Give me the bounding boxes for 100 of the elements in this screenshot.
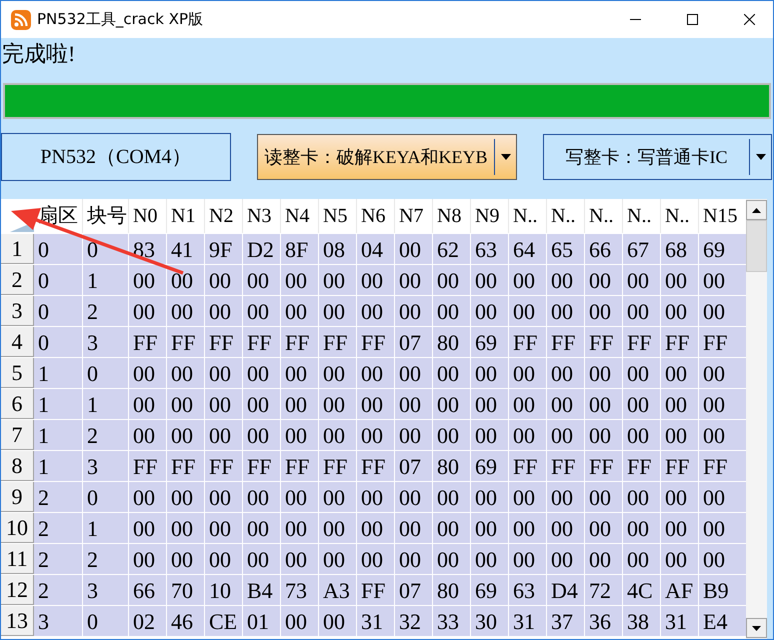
table-cell: 00 [243, 544, 281, 574]
table-cell: 00 [471, 358, 509, 388]
table-cell: 0 [83, 482, 129, 512]
table-cell: 36 [585, 606, 623, 636]
table-cell: 00 [395, 234, 433, 264]
table-cell: 00 [699, 544, 747, 574]
column-header[interactable]: 块号 [83, 199, 129, 233]
column-header[interactable]: N8 [433, 199, 471, 233]
table-cell: 00 [509, 389, 547, 419]
table-cell: 00 [319, 358, 357, 388]
scroll-thumb[interactable] [746, 220, 767, 272]
table-cell: 3 [83, 575, 129, 605]
column-header[interactable]: N.. [547, 199, 585, 233]
row-header[interactable]: 11 [1, 544, 34, 574]
table-cell: 00 [699, 482, 747, 512]
column-header[interactable]: N.. [623, 199, 661, 233]
table-cell: 00 [319, 606, 357, 636]
column-header[interactable]: N.. [509, 199, 547, 233]
table-cell: A3 [319, 575, 357, 605]
table-cell: 00 [585, 389, 623, 419]
table-cell: 00 [547, 420, 585, 450]
scrollbar[interactable] [746, 199, 767, 639]
table-cell: 00 [205, 296, 243, 326]
table-cell: 66 [129, 575, 167, 605]
table-cell: 32 [395, 606, 433, 636]
table-cell: 9F [205, 234, 243, 264]
row-header[interactable]: 5 [1, 358, 34, 388]
table-cell: 00 [661, 265, 699, 295]
table-cell: D2 [243, 234, 281, 264]
table-cell: 2 [34, 513, 83, 543]
column-header[interactable]: N1 [167, 199, 205, 233]
maximize-icon[interactable] [687, 14, 698, 25]
table-cell: FF [547, 451, 585, 481]
table-cell: 00 [205, 389, 243, 419]
row-header[interactable]: 9 [1, 482, 34, 512]
row-header[interactable]: 8 [1, 451, 34, 481]
column-header[interactable]: N6 [357, 199, 395, 233]
scroll-up-button[interactable] [746, 200, 767, 220]
column-header[interactable]: N9 [471, 199, 509, 233]
table-cell: 00 [167, 513, 205, 543]
row-header[interactable]: 2 [1, 265, 34, 295]
row-header[interactable]: 1 [1, 234, 34, 264]
row-header[interactable]: 4 [1, 327, 34, 357]
table-cell: FF [167, 451, 205, 481]
table-cell: FF [129, 327, 167, 357]
column-header[interactable]: N5 [319, 199, 357, 233]
table-cell: 64 [509, 234, 547, 264]
table-cell: 69 [471, 327, 509, 357]
table-cell: 00 [699, 389, 747, 419]
table-cell: 00 [547, 358, 585, 388]
table-cell: FF [357, 327, 395, 357]
column-header[interactable]: N7 [395, 199, 433, 233]
table-cell: 00 [433, 482, 471, 512]
table-cell: 07 [395, 327, 433, 357]
table-cell: 41 [167, 234, 205, 264]
table-cell: 8F [281, 234, 319, 264]
column-header[interactable]: N.. [585, 199, 623, 233]
row-header[interactable]: 13 [1, 606, 34, 636]
dropdown-button[interactable]: 读整卡：破解KEYA和KEYB [257, 134, 517, 180]
table-cell: FF [623, 451, 661, 481]
row-header[interactable]: 6 [1, 389, 34, 419]
table-cell: 00 [281, 606, 319, 636]
row-header[interactable]: 12 [1, 575, 34, 605]
dropdown-button[interactable]: 写整卡：写普通卡IC [543, 134, 772, 180]
table-cell: 00 [433, 296, 471, 326]
row-header[interactable]: 10 [1, 513, 34, 543]
table-cell: 00 [281, 513, 319, 543]
table-cell: 00 [585, 544, 623, 574]
column-header[interactable]: N3 [243, 199, 281, 233]
table-cell: 00 [129, 420, 167, 450]
table-cell: B4 [243, 575, 281, 605]
table-cell: 00 [357, 513, 395, 543]
connect-button[interactable]: PN532（COM4） [1, 133, 231, 181]
row-header[interactable]: 7 [1, 420, 34, 450]
scroll-down-button[interactable] [746, 618, 767, 638]
table-cell: 1 [34, 451, 83, 481]
table-cell: 00 [699, 420, 747, 450]
table-cell: 00 [661, 389, 699, 419]
table-cell: 00 [471, 544, 509, 574]
table-cell: 63 [471, 234, 509, 264]
row-header[interactable]: 3 [1, 296, 34, 326]
table-cell: 00 [699, 265, 747, 295]
close-icon[interactable] [744, 14, 755, 25]
table-cell: 31 [661, 606, 699, 636]
table-cell: 3 [83, 451, 129, 481]
table-cell: 00 [547, 544, 585, 574]
column-header[interactable]: N.. [661, 199, 699, 233]
column-header[interactable]: N4 [281, 199, 319, 233]
table-cell: 00 [623, 420, 661, 450]
table-cell: 00 [509, 296, 547, 326]
table-cell: 00 [357, 482, 395, 512]
column-header[interactable]: N2 [205, 199, 243, 233]
table-cell: 62 [433, 234, 471, 264]
table-cell: 00 [509, 513, 547, 543]
table-cell: 00 [281, 420, 319, 450]
up-arrow-icon [752, 208, 761, 212]
table-cell: 00 [395, 296, 433, 326]
table-cell: 00 [395, 420, 433, 450]
column-header[interactable]: N0 [129, 199, 167, 233]
table-cell: FF [509, 327, 547, 357]
